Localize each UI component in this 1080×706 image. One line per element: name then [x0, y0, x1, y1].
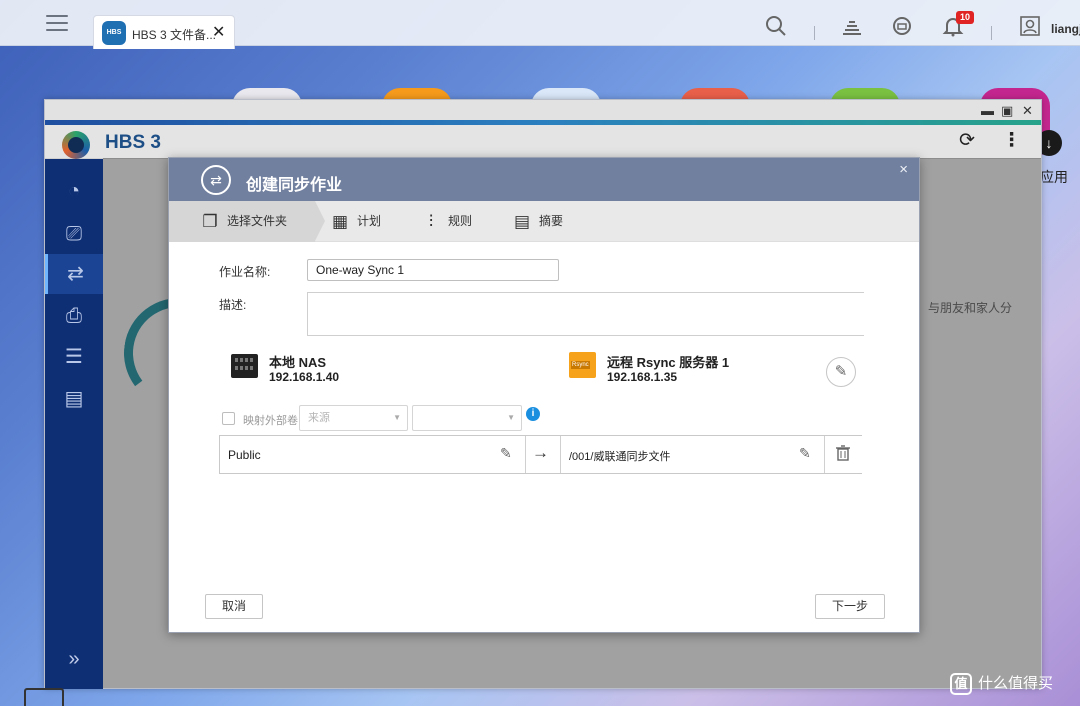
- user-name[interactable]: liangj: [1051, 22, 1080, 36]
- sync-job-icon: ⇄: [201, 165, 231, 195]
- sidebar: ◔ ⎚ ⇄ ⎙ ☰ ▤ »: [45, 159, 103, 689]
- edit-remote-button[interactable]: ✎: [826, 357, 856, 387]
- user-icon[interactable]: [1017, 14, 1043, 40]
- watermark-logo-icon: 值: [950, 673, 972, 696]
- minimize-icon[interactable]: ▬: [981, 103, 994, 118]
- app-tab-hbs3[interactable]: HBS HBS 3 文件备... ✕: [93, 15, 235, 49]
- close-icon[interactable]: ×: [899, 161, 908, 178]
- divider: [560, 436, 561, 473]
- search-icon[interactable]: [763, 14, 789, 40]
- edit-destination-icon[interactable]: ✎: [799, 445, 811, 462]
- local-nas-title: 本地 NAS: [269, 355, 327, 370]
- clipboard-icon: ▤: [513, 212, 531, 232]
- hbs-header: HBS 3 ⟳ ⋮: [45, 125, 1041, 159]
- map-external-checkbox[interactable]: [222, 412, 235, 425]
- next-button[interactable]: 下一步: [815, 594, 885, 619]
- wizard-steps: ❐ 选择文件夹 ▦ 计划 ⫶ 规则 ▤ 摘要: [169, 201, 919, 242]
- menu-icon[interactable]: [46, 15, 68, 36]
- sync-icon[interactable]: [889, 14, 915, 40]
- step-schedule[interactable]: ▦ 计划: [329, 201, 381, 242]
- sync-icon[interactable]: ⇄: [45, 254, 103, 294]
- description-label: 描述:: [219, 298, 247, 312]
- storage-space-icon[interactable]: ⎙: [45, 296, 103, 336]
- job-name-label: 作业名称:: [219, 265, 271, 279]
- top-bar: HBS HBS 3 文件备... ✕ 10 liangj: [0, 0, 1080, 49]
- logs-icon[interactable]: ▤: [45, 379, 103, 419]
- dialog-title: 创建同步作业: [246, 177, 343, 194]
- more-options-icon[interactable]: ⋮: [1002, 129, 1021, 152]
- tab-label: HBS 3 文件备...: [132, 28, 217, 42]
- sliders-icon: ⫶: [428, 212, 434, 232]
- divider: [824, 436, 825, 473]
- edit-source-icon[interactable]: ✎: [500, 445, 512, 462]
- step-rules[interactable]: ⫶ 规则: [420, 201, 472, 242]
- map-external-label: 映射外部卷: [243, 415, 298, 427]
- hbs-app-icon: HBS: [102, 21, 126, 45]
- trash-icon[interactable]: [24, 688, 64, 706]
- desktop-app-label: 应用: [1040, 169, 1068, 185]
- step-summary[interactable]: ▤ 摘要: [511, 201, 563, 242]
- rsync-server-icon: Rsync: [569, 352, 596, 378]
- hbs-logo-icon: [62, 131, 90, 159]
- arrow-right-icon: →: [532, 443, 549, 462]
- trash-icon[interactable]: [836, 445, 850, 464]
- folders-icon: ❐: [202, 212, 218, 232]
- volume-select[interactable]: ▼: [412, 405, 522, 431]
- destination-folder: /001/威联通同步文件: [569, 451, 671, 463]
- refresh-icon[interactable]: ⟳: [959, 129, 975, 152]
- calendar-icon: ▦: [331, 212, 349, 232]
- window-titlebar[interactable]: ▬ ▣ ✕: [45, 100, 1041, 120]
- nas-icon: [231, 354, 258, 378]
- step-label: 摘要: [539, 214, 564, 228]
- dialog-header: ⇄ 创建同步作业 ×: [169, 158, 919, 201]
- step-label: 计划: [357, 214, 382, 228]
- divider: [814, 26, 815, 40]
- backup-restore-icon[interactable]: ⎚: [45, 214, 103, 254]
- overview-icon[interactable]: ◔: [45, 171, 103, 211]
- notification-badge: 10: [956, 11, 975, 24]
- remote-server-title: 远程 Rsync 服务器 1: [607, 355, 730, 370]
- close-icon[interactable]: ✕: [1022, 103, 1033, 119]
- expand-sidebar-icon[interactable]: »: [45, 648, 103, 671]
- divider: [991, 26, 992, 40]
- chevron-down-icon: ▼: [507, 413, 515, 422]
- source-select[interactable]: 来源 ▼: [299, 405, 408, 431]
- folder-pair-row: Public ✎ → /001/威联通同步文件 ✎: [219, 435, 862, 474]
- close-icon[interactable]: ✕: [212, 22, 225, 42]
- watermark: 值什么值得买: [950, 672, 1054, 696]
- services-icon[interactable]: ☰: [45, 337, 103, 377]
- info-icon[interactable]: i: [526, 407, 540, 421]
- cancel-button[interactable]: 取消: [205, 594, 263, 619]
- step-label: 规则: [448, 214, 473, 228]
- create-sync-job-dialog: ⇄ 创建同步作业 × ❐ 选择文件夹 ▦ 计划 ⫶ 规则 ▤ 摘要 作业名称: One-…: [168, 157, 920, 633]
- watermark-text: 什么值得买: [978, 675, 1054, 692]
- app-title: HBS 3: [105, 132, 161, 153]
- step-label: 选择文件夹: [227, 214, 288, 228]
- source-folder: Public: [228, 448, 261, 462]
- description-textarea[interactable]: [307, 292, 864, 336]
- step-select-folder[interactable]: ❐ 选择文件夹: [169, 201, 325, 242]
- divider: [525, 436, 526, 473]
- job-name-input[interactable]: One-way Sync 1: [307, 259, 559, 281]
- maximize-icon[interactable]: ▣: [1001, 103, 1013, 119]
- local-nas-ip: 192.168.1.40: [269, 370, 340, 384]
- remote-server-ip: 192.168.1.35: [607, 370, 678, 384]
- task-icon[interactable]: [839, 14, 865, 40]
- chevron-down-icon: ▼: [393, 413, 401, 422]
